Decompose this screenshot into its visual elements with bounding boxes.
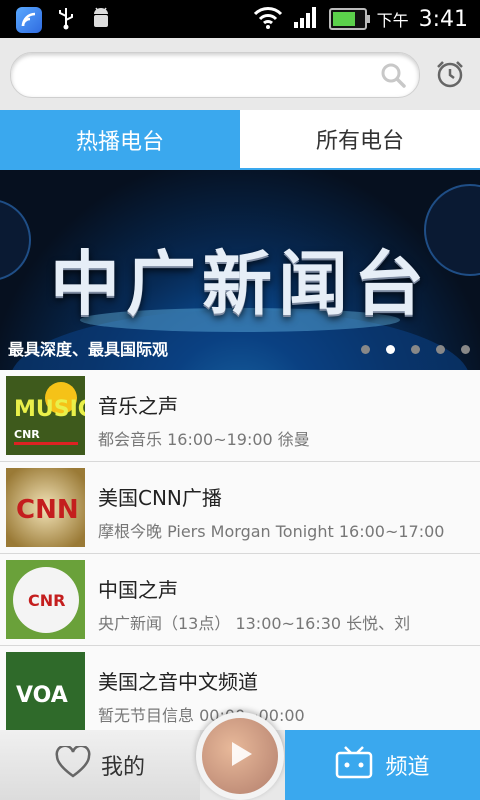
station-program: 暂无节目信息 00:00~00:00 bbox=[98, 706, 305, 725]
svg-text:CNR: CNR bbox=[28, 591, 65, 610]
tab-hot-stations[interactable]: 热播电台 bbox=[0, 110, 240, 170]
station-program: 都会音乐 16:00~19:00 徐曼 bbox=[98, 430, 310, 449]
bottom-nav: 我的 频道 bbox=[0, 712, 480, 800]
nav-mine-label: 我的 bbox=[100, 755, 145, 780]
search-input[interactable] bbox=[27, 61, 371, 91]
nav-channels-label: 频道 bbox=[385, 755, 430, 780]
radio-icon bbox=[335, 745, 373, 785]
search-icon[interactable] bbox=[379, 61, 407, 93]
status-left bbox=[16, 6, 112, 34]
station-program: 摩根今晚 Piers Morgan Tonight 16:00~17:00 bbox=[98, 522, 445, 541]
cnr-golfball: CNR bbox=[6, 560, 85, 639]
status-time: 3:41 bbox=[418, 6, 468, 32]
search-box[interactable] bbox=[10, 52, 420, 98]
search-bar bbox=[0, 38, 480, 110]
station-row[interactable]: CNR 中国之声 央广新闻（13点） 13:00~16:30 长悦、刘 bbox=[0, 554, 480, 646]
station-name: 中国之声 bbox=[98, 578, 178, 602]
svg-text:VOA: VOA bbox=[16, 683, 68, 708]
cnn-logo: CNN bbox=[6, 468, 85, 547]
nav-mine-button[interactable]: 我的 bbox=[0, 730, 200, 800]
svg-text:CNR: CNR bbox=[14, 428, 40, 441]
app-notification-icon bbox=[16, 7, 42, 33]
station-row[interactable]: CNN 美国CNN广播 摩根今晚 Piers Morgan Tonight 16… bbox=[0, 462, 480, 554]
banner-title: 中广新闻台 bbox=[50, 243, 430, 325]
status-ampm: 下午 bbox=[376, 11, 409, 30]
station-row[interactable]: MUSIC CNR 音乐之声 都会音乐 16:00~19:00 徐曼 bbox=[0, 370, 480, 462]
tab-bar: 热播电台 所有电台 bbox=[0, 110, 480, 170]
banner-dot[interactable] bbox=[436, 345, 445, 354]
usb-icon bbox=[56, 6, 76, 34]
nav-channels-button[interactable]: 频道 bbox=[285, 730, 480, 800]
svg-text:MUSIC: MUSIC bbox=[14, 397, 85, 422]
banner-dot-active[interactable] bbox=[386, 345, 395, 354]
banner-dot[interactable] bbox=[411, 345, 420, 354]
voa-logo: VOA bbox=[6, 652, 85, 731]
signal-icon bbox=[293, 5, 319, 33]
status-right: 下午 3:41 bbox=[253, 5, 468, 33]
battery-icon bbox=[328, 8, 370, 30]
svg-text:CNN: CNN bbox=[16, 495, 79, 525]
status-bar: 下午 3:41 bbox=[0, 0, 480, 38]
banner-dot[interactable] bbox=[461, 345, 470, 354]
android-debug-icon bbox=[90, 6, 112, 34]
banner-dot[interactable] bbox=[361, 345, 370, 354]
heart-icon bbox=[55, 744, 91, 784]
station-name: 美国之音中文频道 bbox=[98, 670, 258, 694]
player-artwork bbox=[202, 718, 278, 794]
tab-all-stations[interactable]: 所有电台 bbox=[240, 110, 480, 170]
featured-banner[interactable]: 中广新闻台 最具深度、最具国际观 bbox=[0, 170, 480, 370]
banner-caption: 最具深度、最具国际观 bbox=[8, 340, 169, 359]
banner-page-indicator bbox=[361, 345, 470, 354]
station-list: MUSIC CNR 音乐之声 都会音乐 16:00~19:00 徐曼 CNN 美… bbox=[0, 370, 480, 738]
alarm-clock-icon bbox=[434, 61, 466, 94]
station-name: 音乐之声 bbox=[98, 394, 178, 418]
alarm-clock-button[interactable] bbox=[434, 58, 466, 90]
station-program: 央广新闻（13点） 13:00~16:30 长悦、刘 bbox=[98, 614, 411, 633]
player-button[interactable] bbox=[196, 712, 284, 800]
music-radio-logo: MUSIC CNR bbox=[6, 376, 94, 455]
wifi-icon bbox=[253, 5, 283, 33]
play-icon bbox=[222, 736, 258, 776]
station-name: 美国CNN广播 bbox=[98, 486, 222, 510]
